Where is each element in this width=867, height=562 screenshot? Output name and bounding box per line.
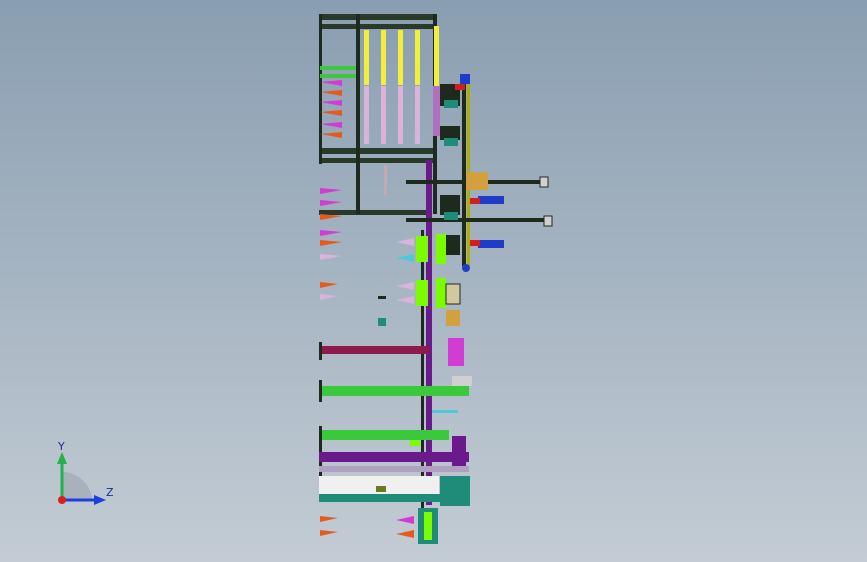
z-axis-arrow-icon [94,495,106,505]
y-axis-arrow-icon [57,452,67,464]
horizontal-bars [319,338,472,506]
bottom-gear [418,508,438,544]
orientation-triad: Y Z [57,440,114,505]
3d-viewport[interactable]: Y Z [0,0,867,562]
z-axis-label: Z [106,486,114,499]
yellow-cylinders [364,26,439,86]
y-axis-label: Y [57,440,65,453]
x-axis-dot [58,496,66,504]
left-wedges-upper [320,66,356,536]
triad-plane [62,471,92,500]
cad-assembly-model[interactable] [0,0,867,562]
